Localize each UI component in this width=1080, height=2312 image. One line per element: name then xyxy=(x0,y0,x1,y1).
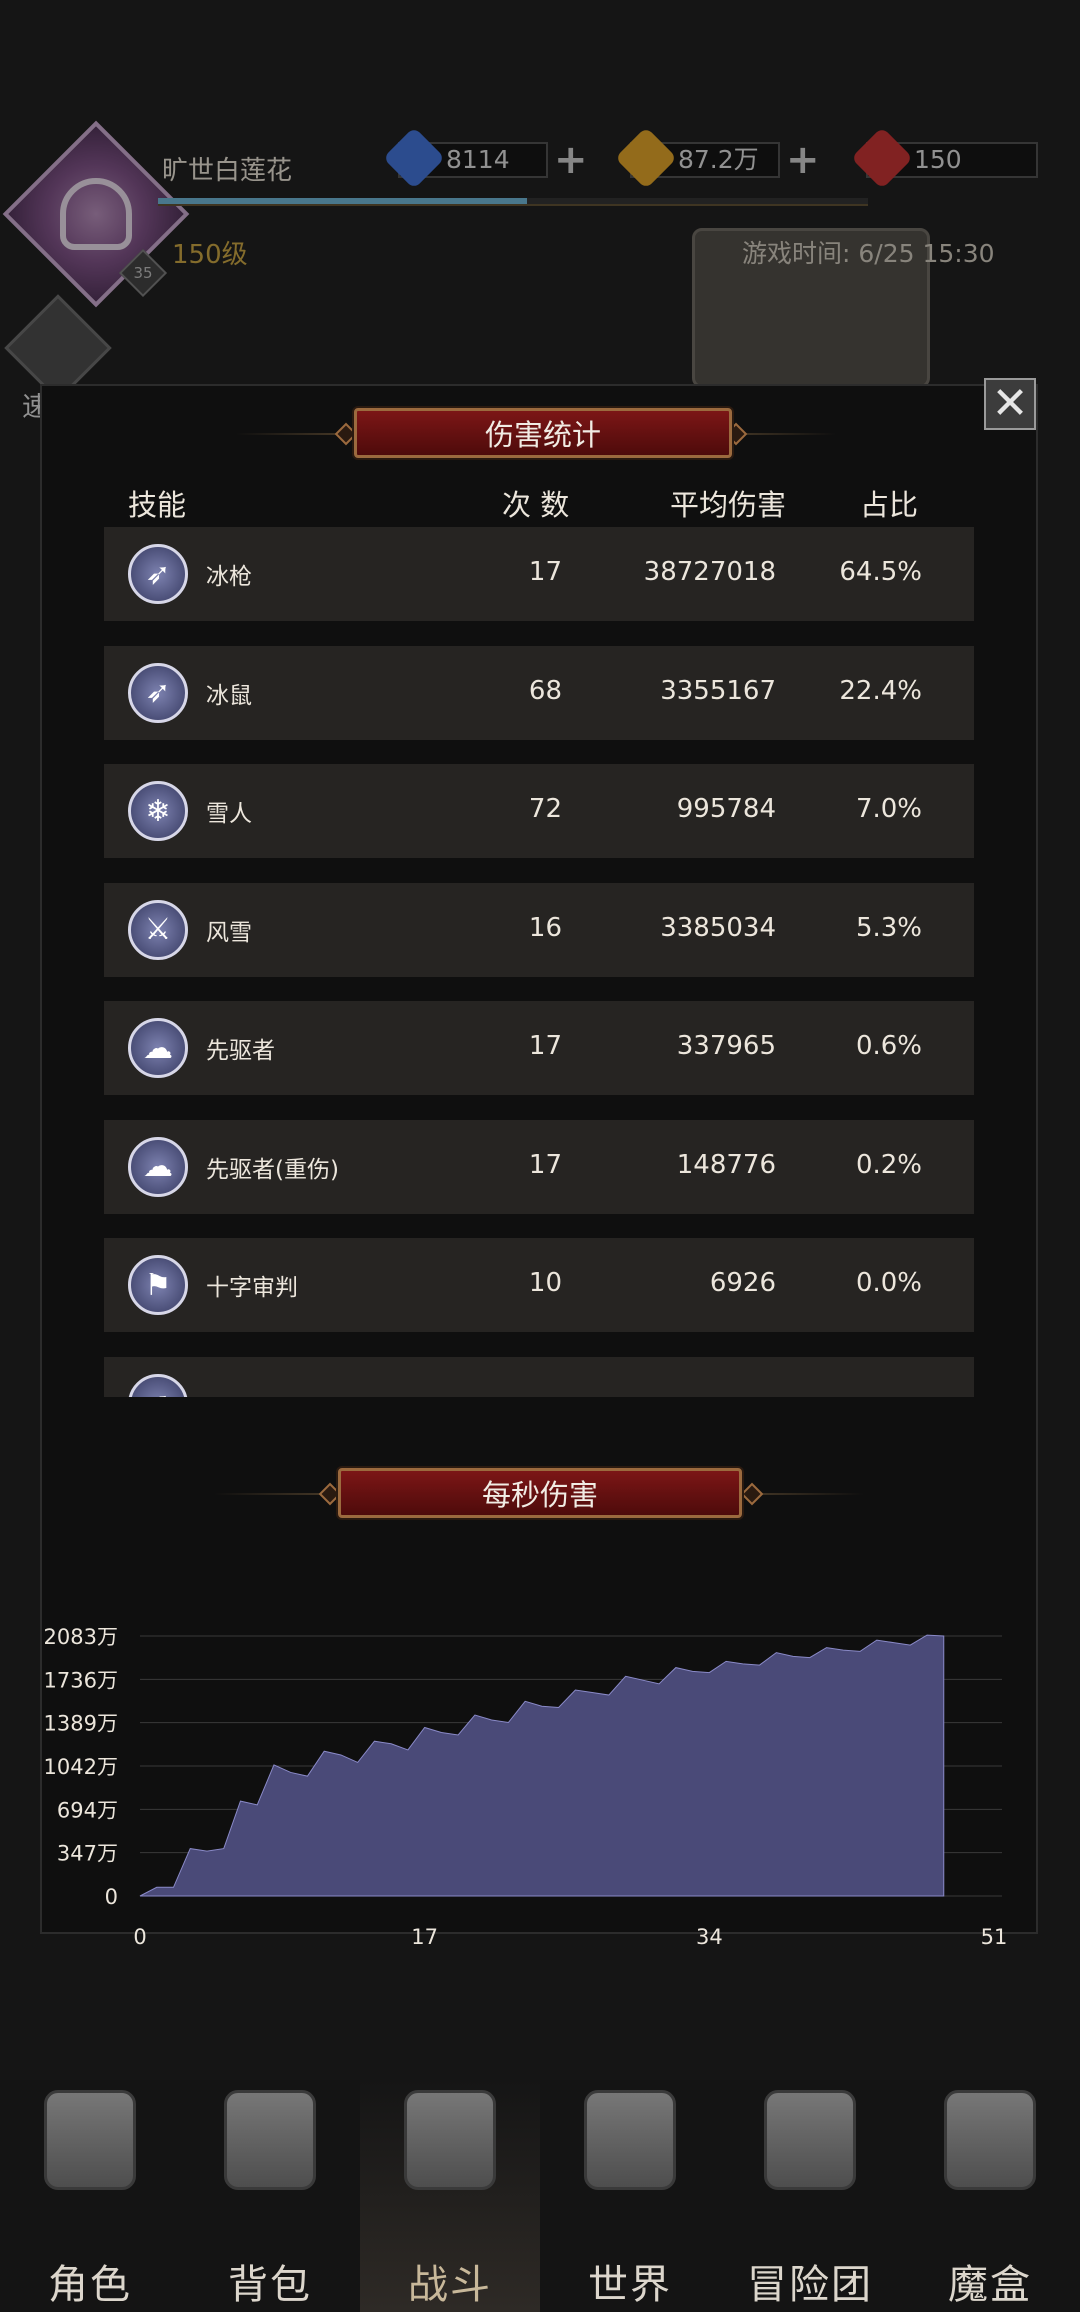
swords-shield-icon xyxy=(404,2090,496,2190)
map-scroll-icon xyxy=(584,2090,676,2190)
nav-label: 背包 xyxy=(228,2262,312,2308)
bottom-nav: 角色 背包 战斗 世界 冒险团 魔盒 xyxy=(0,2080,1080,2312)
backpack-icon xyxy=(224,2090,316,2190)
nav-item-castle[interactable]: 冒险团 xyxy=(720,2080,900,2312)
y-tick-label: 0 xyxy=(105,1885,118,1909)
nav-label: 冒险团 xyxy=(747,2262,873,2308)
nav-item-cube[interactable]: 魔盒 xyxy=(900,2080,1080,2312)
y-tick-label: 1736万 xyxy=(44,1668,118,1692)
nav-item-backpack[interactable]: 背包 xyxy=(180,2080,360,2312)
nav-label: 世界 xyxy=(588,2262,672,2308)
y-tick-label: 2083万 xyxy=(44,1625,118,1649)
nav-item-swords-shield[interactable]: 战斗 xyxy=(360,2080,540,2312)
nav-item-helmet[interactable]: 角色 xyxy=(0,2080,180,2312)
x-tick-label: 51 xyxy=(981,1925,1008,1949)
x-tick-label: 0 xyxy=(133,1925,146,1949)
y-tick-label: 694万 xyxy=(57,1798,118,1822)
dps-chart: 2083万 1736万 1389万 1042万 694万 347万 00 17 34 51 xyxy=(44,1625,1008,1949)
nav-label: 魔盒 xyxy=(948,2262,1032,2308)
x-tick-label: 34 xyxy=(696,1925,723,1949)
nav-label: 战斗 xyxy=(408,2262,492,2308)
nav-item-map-scroll[interactable]: 世界 xyxy=(540,2080,720,2312)
nav-label: 角色 xyxy=(48,2262,132,2308)
x-tick-label: 17 xyxy=(411,1925,438,1949)
castle-icon xyxy=(764,2090,856,2190)
y-tick-label: 347万 xyxy=(57,1842,118,1866)
helmet-icon xyxy=(44,2090,136,2190)
y-tick-label: 1042万 xyxy=(44,1755,118,1779)
y-tick-label: 1389万 xyxy=(44,1712,118,1736)
cube-icon xyxy=(944,2090,1036,2190)
